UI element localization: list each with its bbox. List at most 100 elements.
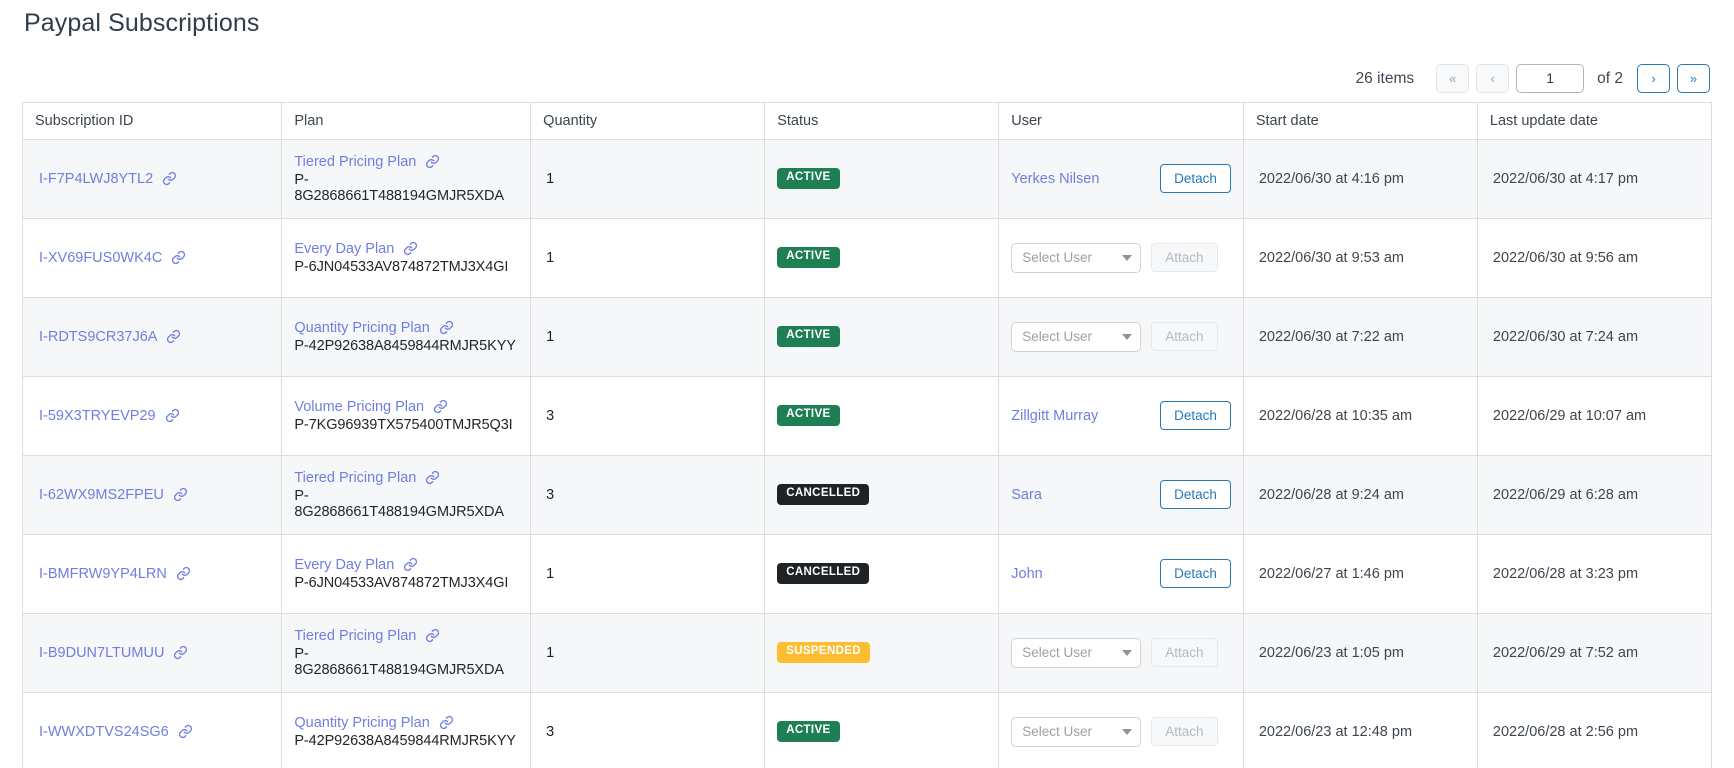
cell-status: ACTIVE (764, 217, 1000, 298)
user-cell: Yerkes Nilsen Detach (1011, 164, 1231, 193)
status-badge: CANCELLED (777, 484, 870, 505)
plan-name-link[interactable]: Quantity Pricing Plan (294, 715, 429, 731)
link-icon[interactable] (403, 557, 418, 572)
plan-name-link[interactable]: Tiered Pricing Plan (294, 628, 416, 644)
plan-name-link[interactable]: Tiered Pricing Plan (294, 154, 416, 170)
link-icon[interactable] (425, 470, 440, 485)
select-user-dropdown[interactable]: Select User (1011, 716, 1142, 747)
last-update-date-value: 2022/06/28 at 3:23 pm (1492, 565, 1639, 582)
link-icon[interactable] (425, 154, 440, 169)
chevron-down-icon (1122, 254, 1133, 261)
chevron-down-icon (1122, 728, 1133, 735)
status-badge: SUSPENDED (777, 642, 870, 663)
attach-button[interactable]: Attach (1151, 717, 1218, 746)
link-icon[interactable] (425, 628, 440, 643)
link-icon[interactable] (178, 724, 193, 739)
quantity-value: 3 (546, 486, 555, 503)
select-user-placeholder: Select User (1022, 645, 1093, 660)
detach-button[interactable]: Detach (1160, 401, 1231, 430)
subscription-id-link[interactable]: I-BMFRW9YP4LRN (39, 566, 167, 582)
attach-button[interactable]: Attach (1151, 638, 1218, 667)
attach-button[interactable]: Attach (1151, 322, 1218, 351)
subscription-id-link[interactable]: I-RDTS9CR37J6A (39, 329, 157, 345)
previous-page-button[interactable]: ‹ (1476, 64, 1510, 93)
cell-plan: Every Day Plan P-6JN04533AV874872TMJ3X4GI (281, 217, 532, 298)
cell-quantity: 1 (530, 217, 766, 298)
last-page-button[interactable]: » (1677, 64, 1710, 93)
cell-start-date: 2022/06/30 at 9:53 am (1242, 217, 1478, 298)
subscription-id-link[interactable]: I-B9DUN7LTUMUU (39, 645, 164, 661)
table-row: I-BMFRW9YP4LRN Every Day Plan P-6JN04533AV… (21, 533, 1713, 614)
cell-plan: Tiered Pricing Plan P-8G2868661T488194GMJ… (281, 138, 532, 219)
page-number-input[interactable] (1516, 64, 1585, 93)
detach-button[interactable]: Detach (1160, 164, 1231, 193)
select-user-placeholder: Select User (1022, 329, 1093, 344)
subscription-id-link[interactable]: I-F7P4LWJ8YTL2 (39, 171, 153, 187)
cell-quantity: 1 (530, 138, 766, 219)
link-icon[interactable] (439, 320, 454, 335)
quantity-value: 3 (546, 407, 555, 424)
select-user-dropdown[interactable]: Select User (1011, 242, 1142, 273)
select-user-dropdown[interactable]: Select User (1011, 637, 1142, 668)
column-header-subscription-id: Subscription ID (21, 101, 283, 140)
attach-button[interactable]: Attach (1151, 243, 1218, 272)
cell-start-date: 2022/06/27 at 1:46 pm (1242, 533, 1478, 614)
plan-name-link[interactable]: Quantity Pricing Plan (294, 320, 429, 336)
link-icon[interactable] (173, 645, 188, 660)
cell-status: ACTIVE (764, 375, 1000, 456)
cell-start-date: 2022/06/23 at 12:48 pm (1242, 691, 1478, 768)
link-icon[interactable] (433, 399, 448, 414)
cell-user: Zillgitt Murray Detach (998, 375, 1244, 456)
link-icon[interactable] (165, 408, 180, 423)
chevron-down-icon (1122, 333, 1133, 340)
status-badge: CANCELLED (777, 563, 870, 584)
user-cell: Zillgitt Murray Detach (1011, 401, 1231, 430)
cell-quantity: 3 (530, 375, 766, 456)
start-date-value: 2022/06/27 at 1:46 pm (1258, 565, 1404, 582)
user-link[interactable]: Zillgitt Murray (1011, 408, 1150, 424)
subscription-id-link[interactable]: I-62WX9MS2FPEU (39, 487, 164, 503)
table-row: I-62WX9MS2FPEU Tiered Pricing Plan P-8G286… (21, 454, 1713, 535)
start-date-value: 2022/06/28 at 9:24 am (1258, 486, 1404, 503)
user-cell: Select User Attach (1011, 716, 1231, 747)
cell-quantity: 3 (530, 691, 766, 768)
next-page-button[interactable]: › (1637, 64, 1670, 93)
last-update-date-value: 2022/06/30 at 7:24 am (1492, 328, 1639, 345)
cell-plan: Volume Pricing Plan P-7KG96939TX575400TMJ… (281, 375, 532, 456)
start-date-value: 2022/06/30 at 9:53 am (1258, 249, 1404, 266)
table-row: I-F7P4LWJ8YTL2 Tiered Pricing Plan P-8G286… (21, 138, 1713, 219)
subscription-id-link[interactable]: I-XV69FUS0WK4C (39, 250, 162, 266)
plan-name-link[interactable]: Tiered Pricing Plan (294, 470, 416, 486)
link-icon[interactable] (171, 250, 186, 265)
user-link[interactable]: John (1011, 566, 1150, 582)
last-update-date-value: 2022/06/30 at 9:56 am (1492, 249, 1639, 266)
cell-start-date: 2022/06/28 at 9:24 am (1242, 454, 1478, 535)
last-update-date-value: 2022/06/28 at 2:56 pm (1492, 723, 1639, 740)
first-page-button[interactable]: « (1436, 64, 1470, 93)
subscription-id-link[interactable]: I-WWXDTVS24SG6 (39, 724, 169, 740)
user-cell: John Detach (1011, 559, 1231, 588)
detach-button[interactable]: Detach (1160, 480, 1231, 509)
select-user-dropdown[interactable]: Select User (1011, 321, 1142, 352)
link-icon[interactable] (176, 566, 191, 581)
cell-user: Select User Attach (998, 612, 1244, 693)
plan-name-link[interactable]: Volume Pricing Plan (294, 399, 424, 415)
table-row: I-WWXDTVS24SG6 Quantity Pricing Plan P-42P… (21, 691, 1713, 768)
link-icon[interactable] (162, 171, 177, 186)
cell-subscription-id: I-62WX9MS2FPEU (21, 454, 283, 535)
plan-id-text: P-7KG96939TX575400TMJR5Q3I (294, 416, 513, 433)
user-link[interactable]: Yerkes Nilsen (1011, 171, 1150, 187)
link-icon[interactable] (173, 487, 188, 502)
plan-name-link[interactable]: Every Day Plan (294, 241, 394, 257)
cell-last-update-date: 2022/06/30 at 4:17 pm (1476, 138, 1713, 219)
subscription-id-link[interactable]: I-59X3TRYEVP29 (39, 408, 156, 424)
plan-name-link[interactable]: Every Day Plan (294, 557, 394, 573)
detach-button[interactable]: Detach (1160, 559, 1231, 588)
cell-last-update-date: 2022/06/29 at 7:52 am (1476, 612, 1713, 693)
user-link[interactable]: Sara (1011, 487, 1150, 503)
quantity-value: 1 (546, 565, 555, 582)
link-icon[interactable] (439, 715, 454, 730)
link-icon[interactable] (403, 241, 418, 256)
link-icon[interactable] (166, 329, 181, 344)
user-cell: Select User Attach (1011, 637, 1231, 668)
